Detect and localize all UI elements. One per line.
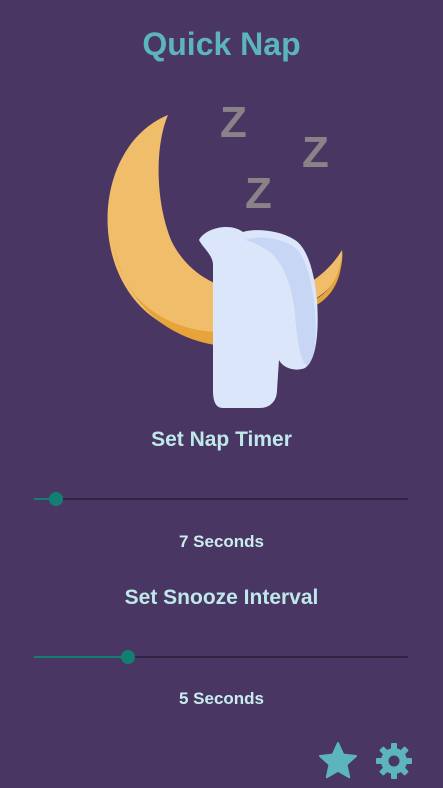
snooze-interval-slider[interactable] bbox=[34, 645, 408, 669]
slider-thumb[interactable] bbox=[49, 492, 64, 506]
favorite-button[interactable] bbox=[317, 740, 359, 782]
snooze-interval-value: 5 Seconds bbox=[178, 689, 265, 708]
nap-timer-label: Set Nap Timer bbox=[151, 428, 292, 451]
nap-timer-value: 7 Seconds bbox=[178, 532, 265, 551]
slider-thumb[interactable] bbox=[120, 650, 135, 664]
gear-icon bbox=[376, 743, 412, 779]
svg-text:Z: Z bbox=[302, 128, 329, 177]
slider-track bbox=[34, 498, 408, 500]
star-icon bbox=[319, 742, 357, 779]
sleeping-moon-illustration: Z Z Z bbox=[107, 98, 343, 408]
slider-fill bbox=[34, 656, 128, 658]
nap-timer-slider[interactable] bbox=[34, 487, 408, 511]
svg-text:Z: Z bbox=[220, 98, 247, 147]
snooze-interval-label: Set Snooze Interval bbox=[124, 586, 319, 609]
app-title: Quick Nap bbox=[142, 26, 301, 62]
svg-text:Z: Z bbox=[245, 169, 272, 218]
settings-button[interactable] bbox=[373, 740, 415, 782]
